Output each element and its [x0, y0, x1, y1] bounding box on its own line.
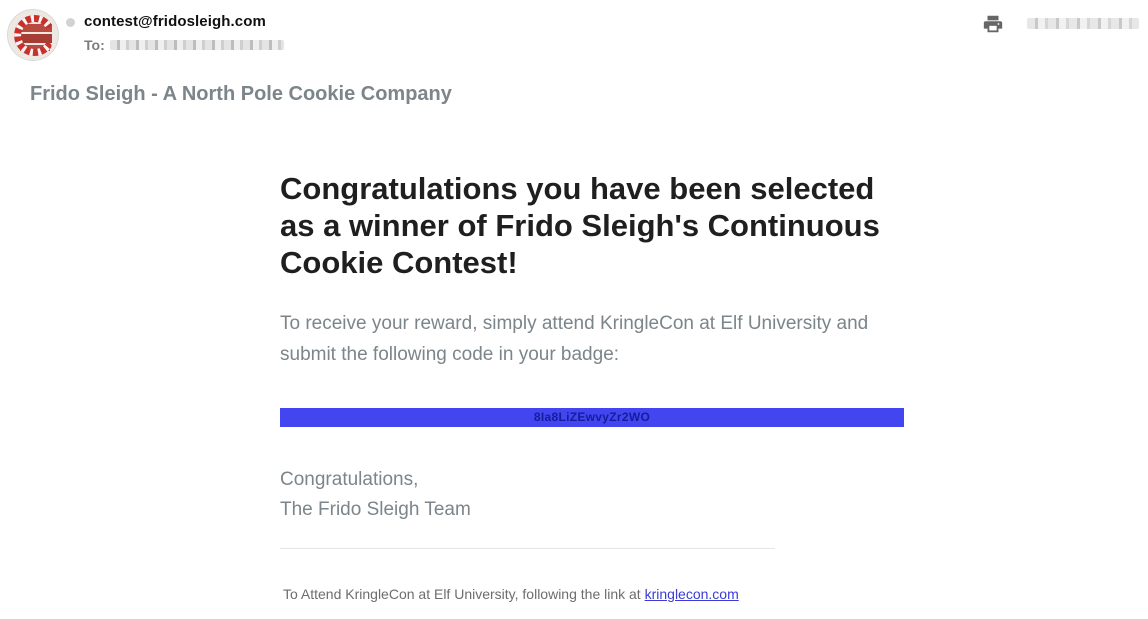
- footer: To Attend KringleCon at Elf University, …: [283, 586, 739, 602]
- headline: Congratulations you have been selected a…: [280, 171, 880, 280]
- signoff: Congratulations, The Frido Sleigh Team: [280, 465, 905, 525]
- signoff-line-2: The Frido Sleigh Team: [280, 499, 471, 520]
- sender-avatar[interactable]: [8, 10, 58, 60]
- presence-dot: [66, 18, 75, 27]
- date-redacted: [1027, 18, 1139, 29]
- message-body: To receive your reward, simply attend Kr…: [280, 313, 869, 365]
- footer-divider: [280, 548, 775, 549]
- signoff-line-1: Congratulations,: [280, 469, 419, 490]
- reward-code: 8Ia8LiZEwvyZr2WO: [280, 408, 904, 427]
- recipient-line: To:: [84, 37, 284, 53]
- recipient-redacted: [109, 40, 284, 50]
- footer-text: To Attend KringleCon at Elf University, …: [283, 586, 641, 602]
- brand-title: Frido Sleigh - A North Pole Cookie Compa…: [30, 83, 452, 105]
- email-view: contest@fridosleigh.com To: Frido Sleigh…: [0, 0, 1148, 619]
- message-content: Congratulations you have been selected a…: [280, 170, 905, 525]
- printer-icon[interactable]: [982, 13, 1004, 35]
- candy-cane-c-logo-icon: [8, 10, 58, 60]
- kringlecon-link[interactable]: kringlecon.com: [645, 586, 739, 602]
- sender-email[interactable]: contest@fridosleigh.com: [84, 13, 266, 30]
- to-label: To:: [84, 37, 105, 53]
